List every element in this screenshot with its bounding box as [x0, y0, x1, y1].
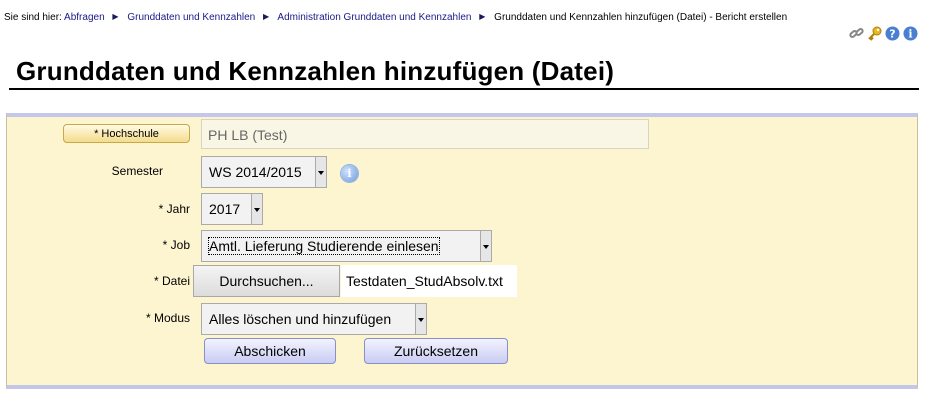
hochschule-label-button[interactable]: * Hochschule — [63, 124, 190, 143]
chevron-down-icon — [415, 304, 426, 334]
breadcrumb-link-abfragen[interactable]: Abfragen — [64, 12, 105, 23]
jahr-select-value: 2017 — [209, 201, 241, 217]
help-icon[interactable]: ? — [885, 26, 900, 41]
job-select[interactable]: Amtl. Lieferung Studierende einlesen — [201, 230, 492, 262]
key-icon[interactable] — [867, 26, 882, 41]
semester-info-icon[interactable]: i — [341, 165, 358, 182]
link-icon[interactable] — [849, 26, 864, 41]
browse-button[interactable]: Durchsuchen... — [193, 265, 340, 297]
job-select-value: Amtl. Lieferung Studierende einlesen — [208, 237, 440, 255]
semester-select-value: WS 2014/2015 — [209, 164, 302, 180]
title-divider — [9, 88, 919, 90]
datei-label: * Datei — [153, 274, 190, 288]
modus-label: * Modus — [145, 311, 190, 325]
svg-text:i: i — [908, 28, 912, 41]
selected-file-name: Testdaten_StudAbsolv.txt — [341, 265, 517, 297]
info-icon[interactable]: i — [903, 26, 918, 41]
submit-button[interactable]: Abschicken — [204, 338, 336, 364]
svg-text:?: ? — [889, 28, 895, 41]
semester-select[interactable]: WS 2014/2015 — [201, 156, 327, 188]
breadcrumb-separator-icon: ▶ — [112, 12, 119, 21]
breadcrumb-current: Grunddaten und Kennzahlen hinzufügen (Da… — [494, 12, 788, 23]
chevron-down-icon — [315, 157, 326, 187]
job-label: * Job — [162, 238, 190, 252]
breadcrumb-link-administration[interactable]: Administration Grunddaten und Kennzahlen — [277, 12, 471, 23]
breadcrumb-prefix: Sie sind hier: — [4, 12, 62, 23]
reset-button[interactable]: Zurücksetzen — [364, 338, 508, 364]
breadcrumb: Sie sind hier: Abfragen ▶ Grunddaten und… — [4, 12, 787, 23]
chevron-down-icon — [480, 231, 491, 261]
page-title: Grunddaten und Kennzahlen hinzufügen (Da… — [16, 56, 615, 86]
chevron-down-icon — [251, 194, 262, 224]
modus-select-value: Alles löschen und hinzufügen — [209, 311, 392, 327]
hochschule-field: PH LB (Test) — [201, 119, 649, 149]
breadcrumb-separator-icon: ▶ — [479, 12, 486, 21]
jahr-select[interactable]: 2017 — [201, 193, 263, 225]
toolbar-icons: ? i — [849, 26, 918, 41]
breadcrumb-separator-icon: ▶ — [263, 12, 270, 21]
breadcrumb-link-grunddaten[interactable]: Grunddaten und Kennzahlen — [127, 12, 255, 23]
jahr-label: * Jahr — [158, 202, 190, 216]
modus-select[interactable]: Alles löschen und hinzufügen — [201, 303, 427, 335]
semester-label: Semester — [111, 164, 163, 178]
